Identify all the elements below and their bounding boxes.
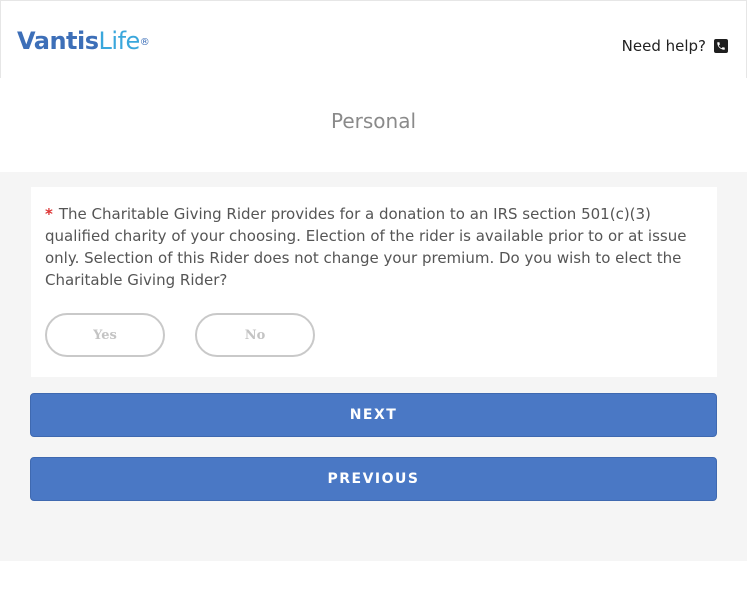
required-marker: * — [45, 205, 53, 223]
question-card: * The Charitable Giving Rider provides fo… — [31, 187, 717, 377]
main-content: * The Charitable Giving Rider provides fo… — [0, 172, 747, 561]
page-title-section: Personal — [0, 78, 747, 172]
yes-button[interactable]: Yes — [45, 313, 165, 357]
question-text: The Charitable Giving Rider provides for… — [45, 205, 687, 289]
no-button[interactable]: No — [195, 313, 315, 357]
question-text-block: * The Charitable Giving Rider provides fo… — [45, 203, 710, 291]
logo-registered-mark: ® — [139, 37, 150, 48]
previous-button[interactable]: PREVIOUS — [30, 457, 717, 501]
logo-word-vantis: Vantis — [17, 27, 99, 55]
need-help-label: Need help? — [621, 37, 706, 55]
need-help-link[interactable]: Need help? — [622, 36, 728, 56]
phone-icon — [714, 39, 728, 53]
vantis-life-logo[interactable]: VantisLife® — [17, 27, 150, 55]
logo-word-life: Life — [98, 27, 141, 55]
app-header: VantisLife® Need help? — [0, 0, 747, 78]
next-button[interactable]: NEXT — [30, 393, 717, 437]
page-title: Personal — [330, 109, 417, 133]
